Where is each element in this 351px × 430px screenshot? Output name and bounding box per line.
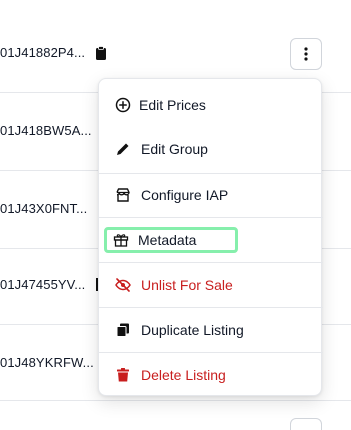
row-actions-button[interactable] — [290, 38, 322, 70]
listing-id: 01J41882P4... — [0, 45, 86, 60]
menu-item-delete-listing[interactable]: Delete Listing — [99, 353, 323, 397]
copy-icon — [116, 323, 129, 337]
menu-item-duplicate-listing[interactable]: Duplicate Listing — [99, 308, 323, 352]
row-actions-button[interactable] — [290, 418, 322, 430]
menu-item-metadata[interactable]: Metadata — [104, 227, 238, 253]
menu-item-edit-prices[interactable]: Edit Prices — [99, 83, 323, 127]
listing-id: 01J43X0FNT... — [0, 201, 88, 216]
menu-item-unlist-for-sale[interactable]: Unlist For Sale — [99, 263, 323, 307]
trash-icon — [117, 368, 129, 382]
store-icon — [116, 188, 130, 202]
plus-circle-icon — [115, 97, 131, 113]
menu-item-label: Unlist For Sale — [141, 277, 233, 293]
eye-slash-icon — [115, 278, 131, 292]
listing-id: 01J48YKRFW... — [0, 355, 94, 370]
menu-item-label: Delete Listing — [141, 367, 226, 383]
clipboard-icon[interactable] — [95, 46, 107, 60]
menu-item-label: Edit Prices — [139, 97, 206, 113]
menu-item-label: Edit Group — [141, 141, 208, 157]
menu-item-label: Configure IAP — [141, 187, 229, 203]
listing-id: 01J47455YV... — [0, 277, 86, 292]
listing-id: 01J418BW5A... — [0, 123, 92, 138]
gift-icon — [113, 234, 129, 247]
vertical-ellipsis-icon — [304, 47, 308, 61]
menu-item-edit-group[interactable]: Edit Group — [99, 127, 323, 171]
pencil-icon — [117, 143, 129, 155]
menu-item-configure-iap[interactable]: Configure IAP — [99, 173, 323, 217]
row-actions-menu: Edit Prices Edit Group Configure IAP Met… — [98, 78, 323, 397]
menu-divider — [99, 217, 323, 218]
menu-item-label: Metadata — [138, 232, 197, 248]
menu-item-label: Duplicate Listing — [141, 322, 244, 338]
